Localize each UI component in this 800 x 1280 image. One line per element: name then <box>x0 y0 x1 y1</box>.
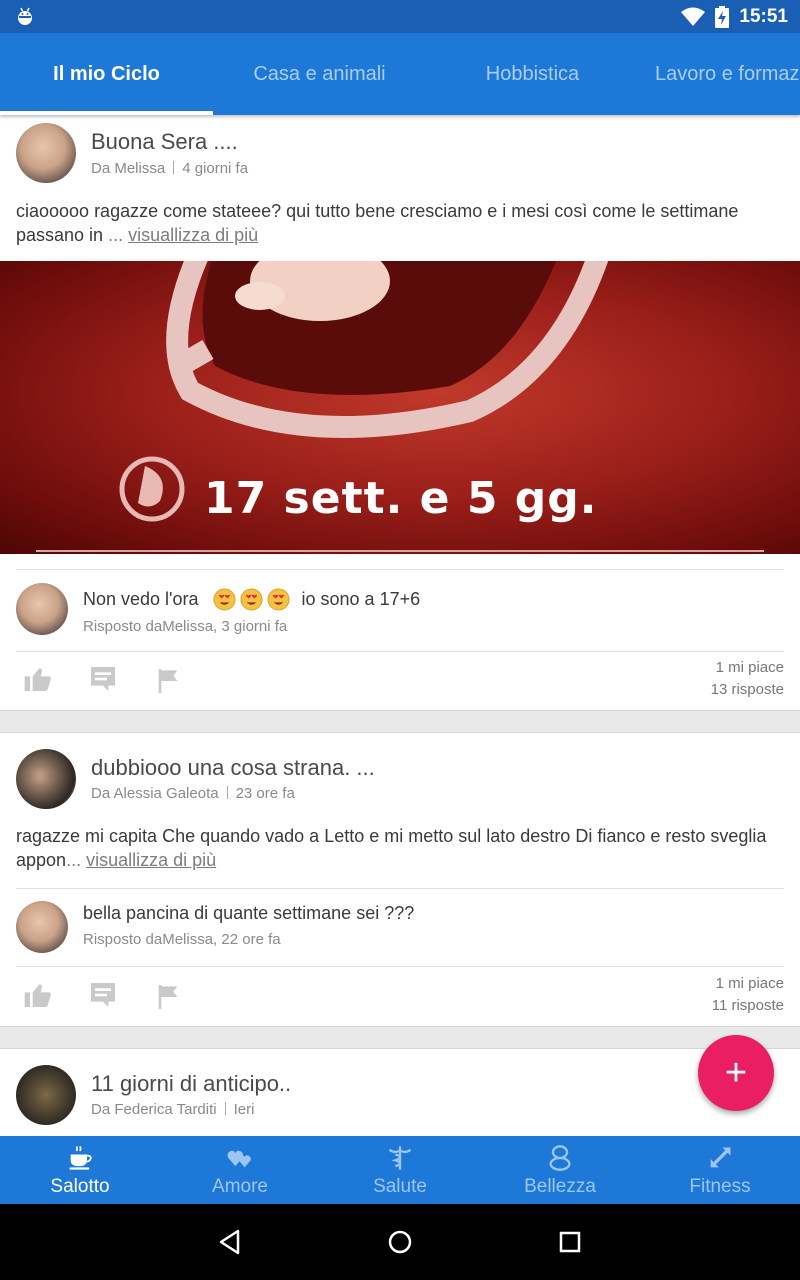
post-body[interactable]: ragazze mi capita Che quando vado a Lett… <box>16 824 784 872</box>
post-feed[interactable]: Buona Sera .... Da Melissa 4 giorni fa ci… <box>0 115 800 1136</box>
heart-eyes-emoji-icon <box>212 588 236 611</box>
reply-meta: Risposto daMelissa, 3 giorni fa <box>83 618 288 635</box>
post-author[interactable]: Da Alessia Galeota <box>91 785 219 802</box>
heart-eyes-emoji-icon <box>266 588 290 611</box>
post-meta: Da Alessia Galeota 23 ore fa <box>91 785 295 802</box>
author-avatar[interactable] <box>16 1065 76 1125</box>
new-post-button[interactable]: + <box>698 1035 774 1111</box>
heart-eyes-emoji-icon <box>239 588 263 611</box>
post-title[interactable]: dubbiooo una cosa strana. ... <box>91 755 375 781</box>
reply-meta: Risposto daMelissa, 22 ore fa <box>83 931 281 948</box>
expand-arrows-icon <box>710 1147 731 1168</box>
nav-item-salute[interactable]: Salute <box>320 1136 480 1204</box>
post-title[interactable]: Buona Sera .... <box>91 129 238 155</box>
comment-icon[interactable] <box>87 979 119 1011</box>
post-meta: Da Melissa 4 giorni fa <box>91 160 248 177</box>
post-time: Ieri <box>233 1101 255 1118</box>
tab-lavoro-e-formazione[interactable]: Lavoro e formaz <box>655 33 800 115</box>
back-icon[interactable] <box>214 1226 246 1258</box>
report-flag-icon[interactable] <box>152 981 184 1013</box>
status-bar: 15:51 <box>0 0 800 33</box>
nav-item-fitness[interactable]: Fitness <box>640 1136 800 1204</box>
battery-charging-icon <box>715 5 730 28</box>
post-time: 23 ore fa <box>235 785 295 802</box>
post-meta: Da Federica Tarditi Ieri <box>91 1101 254 1118</box>
post-author[interactable]: Da Melissa <box>91 160 165 177</box>
thumbs-up-icon[interactable] <box>22 979 54 1011</box>
post-stats: 1 mi piace 11 risposte <box>712 973 784 1017</box>
post-author[interactable]: Da Federica Tarditi <box>91 1101 217 1118</box>
post-title[interactable]: 11 giorni di anticipo.. <box>91 1071 291 1097</box>
category-tabs: Il mio Ciclo Casa e animali Hobbistica L… <box>0 33 800 115</box>
post-card[interactable]: dubbiooo una cosa strana. ... Da Alessia… <box>0 732 800 1027</box>
reply-text: Non vedo l'ora io sono a 17+6 <box>83 588 421 611</box>
nav-item-bellezza[interactable]: Bellezza <box>480 1136 640 1204</box>
post-body[interactable]: ciaooooo ragazze come stateee? qui tutto… <box>16 199 784 247</box>
tab-hobbistica[interactable]: Hobbistica <box>426 33 639 115</box>
replies-count[interactable]: 13 risposte <box>711 679 784 701</box>
thumbs-up-icon[interactable] <box>22 663 54 695</box>
nav-label: Salute <box>373 1176 427 1197</box>
status-time: 15:51 <box>739 5 788 27</box>
reply-avatar[interactable] <box>16 583 68 635</box>
bottom-navigation: Salotto Amore Salute Bellezza Fitness <box>0 1136 800 1204</box>
nav-item-salotto[interactable]: Salotto <box>0 1136 160 1204</box>
likes-count: 1 mi piace <box>715 975 784 992</box>
system-nav-bar <box>0 1204 800 1280</box>
recents-icon[interactable] <box>554 1226 586 1258</box>
nav-item-amore[interactable]: Amore <box>160 1136 320 1204</box>
coffee-cup-icon <box>69 1145 92 1170</box>
read-more-link[interactable]: visuallizza di più <box>86 850 216 870</box>
android-debug-icon <box>18 7 32 25</box>
post-card[interactable]: 11 giorni di anticipo.. Da Federica Tard… <box>0 1048 800 1136</box>
tab-indicator <box>0 111 213 115</box>
home-icon[interactable] <box>384 1226 416 1258</box>
likes-count: 1 mi piace <box>715 659 784 676</box>
nav-label: Bellezza <box>524 1176 596 1197</box>
reply-text: bella pancina di quante settimane sei ??… <box>83 903 415 923</box>
post-stats: 1 mi piace 13 risposte <box>711 657 784 701</box>
post-time: 4 giorni fa <box>182 160 249 177</box>
post-excerpt: ciaooooo ragazze come stateee? qui tutto… <box>16 201 739 245</box>
hearts-icon <box>227 1150 251 1168</box>
tab-il-mio-ciclo[interactable]: Il mio Ciclo <box>0 33 213 115</box>
wifi-icon <box>681 7 706 26</box>
author-avatar[interactable] <box>16 749 76 809</box>
tab-casa-e-animali[interactable]: Casa e animali <box>213 33 426 115</box>
nav-label: Salotto <box>50 1176 110 1197</box>
read-more-link[interactable]: visuallizza di più <box>128 225 258 245</box>
post-image[interactable]: 17 sett. e 5 gg. <box>0 261 800 554</box>
beauty-icon <box>549 1145 571 1171</box>
reply-avatar[interactable] <box>16 901 68 953</box>
comment-icon[interactable] <box>87 663 119 695</box>
nav-label: Fitness <box>689 1176 751 1197</box>
replies-count[interactable]: 11 risposte <box>712 995 784 1017</box>
image-caption: 17 sett. e 5 gg. <box>204 473 598 524</box>
post-ellipsis: ... <box>108 225 124 245</box>
author-avatar[interactable] <box>16 123 76 183</box>
post-card[interactable]: Buona Sera .... Da Melissa 4 giorni fa ci… <box>0 115 800 711</box>
nav-label: Amore <box>212 1176 268 1197</box>
post-ellipsis: ... <box>66 850 82 870</box>
caduceus-icon <box>388 1146 412 1170</box>
report-flag-icon[interactable] <box>152 665 184 697</box>
